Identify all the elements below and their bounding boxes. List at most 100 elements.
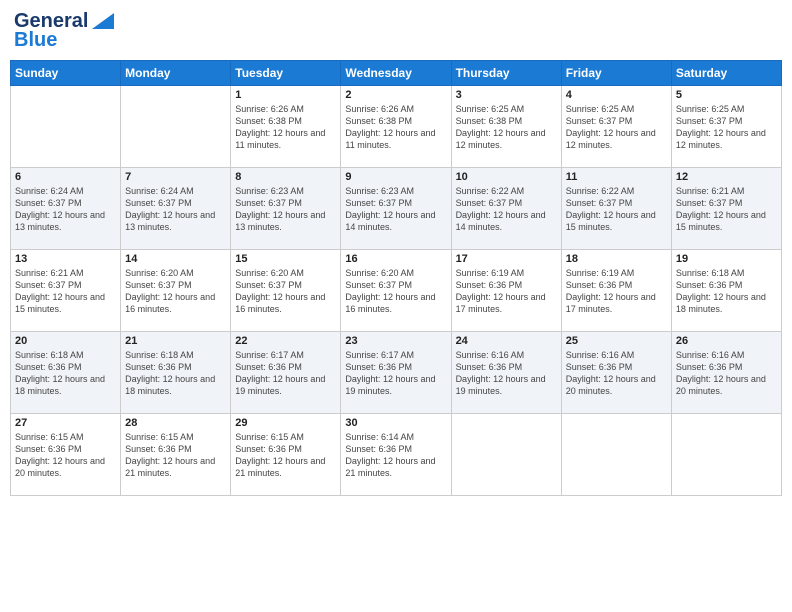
day-number: 18 [566,253,667,265]
day-number: 3 [456,89,557,101]
day-number: 27 [15,417,116,429]
day-number: 1 [235,89,336,101]
day-info: Sunrise: 6:16 AM Sunset: 6:36 PM Dayligh… [456,349,557,398]
day-number: 2 [345,89,446,101]
day-number: 19 [676,253,777,265]
day-info: Sunrise: 6:23 AM Sunset: 6:37 PM Dayligh… [235,185,336,234]
day-number: 13 [15,253,116,265]
day-info: Sunrise: 6:15 AM Sunset: 6:36 PM Dayligh… [125,431,226,480]
day-info: Sunrise: 6:19 AM Sunset: 6:36 PM Dayligh… [456,267,557,316]
calendar-cell: 3 Sunrise: 6:25 AM Sunset: 6:38 PM Daylig… [451,86,561,168]
day-info: Sunrise: 6:26 AM Sunset: 6:38 PM Dayligh… [345,103,446,152]
day-info: Sunrise: 6:24 AM Sunset: 6:37 PM Dayligh… [125,185,226,234]
calendar-cell: 19 Sunrise: 6:18 AM Sunset: 6:36 PM Dayli… [671,250,781,332]
day-info: Sunrise: 6:20 AM Sunset: 6:37 PM Dayligh… [235,267,336,316]
day-number: 4 [566,89,667,101]
day-number: 26 [676,335,777,347]
weekday-header: Thursday [451,61,561,86]
day-info: Sunrise: 6:14 AM Sunset: 6:36 PM Dayligh… [345,431,446,480]
day-number: 11 [566,171,667,183]
logo-icon [92,13,114,29]
calendar-cell: 17 Sunrise: 6:19 AM Sunset: 6:36 PM Dayli… [451,250,561,332]
day-info: Sunrise: 6:18 AM Sunset: 6:36 PM Dayligh… [676,267,777,316]
day-info: Sunrise: 6:25 AM Sunset: 6:38 PM Dayligh… [456,103,557,152]
day-number: 15 [235,253,336,265]
day-info: Sunrise: 6:16 AM Sunset: 6:36 PM Dayligh… [566,349,667,398]
day-number: 12 [676,171,777,183]
calendar-cell [11,86,121,168]
calendar-cell: 14 Sunrise: 6:20 AM Sunset: 6:37 PM Dayli… [121,250,231,332]
calendar-cell: 30 Sunrise: 6:14 AM Sunset: 6:36 PM Dayli… [341,414,451,496]
logo-blue-text: Blue [14,29,57,52]
day-number: 16 [345,253,446,265]
calendar-cell: 1 Sunrise: 6:26 AM Sunset: 6:38 PM Daylig… [231,86,341,168]
day-info: Sunrise: 6:21 AM Sunset: 6:37 PM Dayligh… [15,267,116,316]
calendar-cell: 26 Sunrise: 6:16 AM Sunset: 6:36 PM Dayli… [671,332,781,414]
day-number: 9 [345,171,446,183]
day-number: 10 [456,171,557,183]
calendar-cell: 24 Sunrise: 6:16 AM Sunset: 6:36 PM Dayli… [451,332,561,414]
calendar-cell: 13 Sunrise: 6:21 AM Sunset: 6:37 PM Dayli… [11,250,121,332]
day-number: 20 [15,335,116,347]
day-info: Sunrise: 6:16 AM Sunset: 6:36 PM Dayligh… [676,349,777,398]
day-info: Sunrise: 6:25 AM Sunset: 6:37 PM Dayligh… [676,103,777,152]
day-number: 28 [125,417,226,429]
day-info: Sunrise: 6:26 AM Sunset: 6:38 PM Dayligh… [235,103,336,152]
day-number: 8 [235,171,336,183]
day-number: 30 [345,417,446,429]
day-info: Sunrise: 6:19 AM Sunset: 6:36 PM Dayligh… [566,267,667,316]
calendar-cell: 11 Sunrise: 6:22 AM Sunset: 6:37 PM Dayli… [561,168,671,250]
calendar-cell [561,414,671,496]
calendar-cell: 5 Sunrise: 6:25 AM Sunset: 6:37 PM Daylig… [671,86,781,168]
calendar-cell: 23 Sunrise: 6:17 AM Sunset: 6:36 PM Dayli… [341,332,451,414]
day-info: Sunrise: 6:20 AM Sunset: 6:37 PM Dayligh… [345,267,446,316]
day-info: Sunrise: 6:24 AM Sunset: 6:37 PM Dayligh… [15,185,116,234]
calendar-table: SundayMondayTuesdayWednesdayThursdayFrid… [10,60,782,496]
calendar-cell: 27 Sunrise: 6:15 AM Sunset: 6:36 PM Dayli… [11,414,121,496]
page: General Blue SundayMondayTuesdayWednesda… [0,0,792,612]
calendar-cell: 7Sunrise: 6:24 AM Sunset: 6:37 PM Daylig… [121,168,231,250]
weekday-header: Friday [561,61,671,86]
day-number: 24 [456,335,557,347]
calendar-cell: 25Sunrise: 6:16 AM Sunset: 6:36 PM Dayli… [561,332,671,414]
day-number: 6 [15,171,116,183]
calendar-cell: 15 Sunrise: 6:20 AM Sunset: 6:37 PM Dayli… [231,250,341,332]
weekday-header: Sunday [11,61,121,86]
day-number: 22 [235,335,336,347]
day-info: Sunrise: 6:21 AM Sunset: 6:37 PM Dayligh… [676,185,777,234]
calendar-cell: 20Sunrise: 6:18 AM Sunset: 6:36 PM Dayli… [11,332,121,414]
calendar-cell: 4 Sunrise: 6:25 AM Sunset: 6:37 PM Daylig… [561,86,671,168]
day-info: Sunrise: 6:23 AM Sunset: 6:37 PM Dayligh… [345,185,446,234]
day-info: Sunrise: 6:22 AM Sunset: 6:37 PM Dayligh… [456,185,557,234]
day-number: 17 [456,253,557,265]
calendar-cell: 6 Sunrise: 6:24 AM Sunset: 6:37 PM Daylig… [11,168,121,250]
day-info: Sunrise: 6:17 AM Sunset: 6:36 PM Dayligh… [235,349,336,398]
calendar-cell: 9 Sunrise: 6:23 AM Sunset: 6:37 PM Daylig… [341,168,451,250]
weekday-header: Wednesday [341,61,451,86]
day-info: Sunrise: 6:15 AM Sunset: 6:36 PM Dayligh… [15,431,116,480]
day-info: Sunrise: 6:15 AM Sunset: 6:36 PM Dayligh… [235,431,336,480]
day-info: Sunrise: 6:25 AM Sunset: 6:37 PM Dayligh… [566,103,667,152]
calendar-cell: 29 Sunrise: 6:15 AM Sunset: 6:36 PM Dayli… [231,414,341,496]
day-info: Sunrise: 6:17 AM Sunset: 6:36 PM Dayligh… [345,349,446,398]
day-number: 29 [235,417,336,429]
day-info: Sunrise: 6:18 AM Sunset: 6:36 PM Dayligh… [125,349,226,398]
calendar-cell: 16 Sunrise: 6:20 AM Sunset: 6:37 PM Dayli… [341,250,451,332]
calendar-cell: 18 Sunrise: 6:19 AM Sunset: 6:36 PM Dayli… [561,250,671,332]
calendar-cell [451,414,561,496]
day-info: Sunrise: 6:20 AM Sunset: 6:37 PM Dayligh… [125,267,226,316]
weekday-header: Tuesday [231,61,341,86]
header: General Blue [10,10,782,52]
day-number: 21 [125,335,226,347]
day-info: Sunrise: 6:22 AM Sunset: 6:37 PM Dayligh… [566,185,667,234]
calendar-cell: 8 Sunrise: 6:23 AM Sunset: 6:37 PM Daylig… [231,168,341,250]
calendar-cell: 28 Sunrise: 6:15 AM Sunset: 6:36 PM Dayli… [121,414,231,496]
day-number: 14 [125,253,226,265]
calendar-cell [671,414,781,496]
calendar-cell: 21 Sunrise: 6:18 AM Sunset: 6:36 PM Dayli… [121,332,231,414]
calendar-cell: 10 Sunrise: 6:22 AM Sunset: 6:37 PM Dayli… [451,168,561,250]
weekday-header: Monday [121,61,231,86]
weekday-header: Saturday [671,61,781,86]
day-number: 5 [676,89,777,101]
day-number: 23 [345,335,446,347]
